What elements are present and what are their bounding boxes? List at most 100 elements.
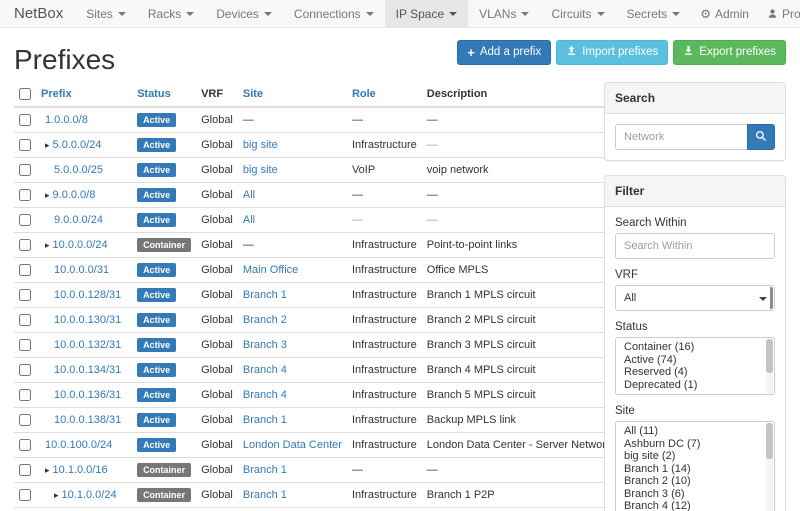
search-button[interactable]	[747, 124, 775, 150]
description-value: —	[427, 114, 438, 126]
filter-option[interactable]: Active (74)	[616, 354, 774, 367]
status-badge: Active	[137, 388, 176, 402]
chevron-down-icon	[672, 12, 680, 16]
site-link[interactable]: big site	[243, 164, 278, 176]
column-header-site[interactable]: Site	[238, 82, 347, 107]
site-link[interactable]: All	[243, 189, 255, 201]
scrollbar-thumb[interactable]	[766, 423, 773, 459]
row-checkbox[interactable]	[19, 164, 31, 176]
filter-option[interactable]: Branch 1 (14)	[616, 463, 774, 476]
prefix-link[interactable]: 9.0.0.0/24	[54, 214, 103, 227]
prefix-link[interactable]: 10.1.0.0/24	[62, 489, 117, 502]
nav-item-sites[interactable]: Sites	[75, 0, 137, 27]
nav-item-label: Sites	[86, 7, 113, 21]
row-checkbox[interactable]	[19, 414, 31, 426]
row-checkbox[interactable]	[19, 489, 31, 501]
filter-option[interactable]: Branch 4 (12)	[616, 500, 774, 511]
prefix-link[interactable]: 5.0.0.0/24	[53, 139, 102, 152]
column-header-status[interactable]: Status	[132, 82, 196, 107]
filter-option[interactable]: Branch 2 (10)	[616, 475, 774, 488]
import-prefixes-button[interactable]: Import prefixes	[556, 40, 668, 65]
site-link[interactable]: Branch 4	[243, 364, 287, 376]
site-link[interactable]: Branch 1	[243, 414, 287, 426]
column-header-prefix[interactable]: Prefix	[36, 82, 132, 107]
prefix-link[interactable]: 10.0.0.136/31	[54, 389, 121, 402]
row-checkbox[interactable]	[19, 464, 31, 476]
row-checkbox[interactable]	[19, 339, 31, 351]
prefix-link[interactable]: 10.0.0.134/31	[54, 364, 121, 377]
nav-item-secrets[interactable]: Secrets	[616, 0, 692, 27]
table-row: 10.0.100.0/24ActiveGlobalLondon Data Cen…	[14, 433, 616, 458]
filter-option[interactable]: Ashburn DC (7)	[616, 438, 774, 451]
prefix-link[interactable]: 10.0.0.130/31	[54, 314, 121, 327]
nav-util-label: Profile	[782, 7, 800, 21]
site-link[interactable]: big site	[243, 139, 278, 151]
site-link[interactable]: All	[243, 214, 255, 226]
nav-item-connections[interactable]: Connections	[283, 0, 385, 27]
filter-option[interactable]: Branch 3 (6)	[616, 488, 774, 501]
row-checkbox[interactable]	[19, 239, 31, 251]
prefix-link[interactable]: 10.0.0.132/31	[54, 339, 121, 352]
nav-item-devices[interactable]: Devices	[205, 0, 283, 27]
sidebar: Search Filter Search Within VRF	[604, 82, 786, 511]
chevron-down-icon	[366, 12, 374, 16]
prefix-link[interactable]: 10.1.0.0/16	[53, 464, 108, 477]
row-checkbox[interactable]	[19, 439, 31, 451]
row-checkbox[interactable]	[19, 139, 31, 151]
prefix-link[interactable]: 5.0.0.0/25	[54, 164, 103, 177]
expand-caret-icon: ▸	[45, 240, 50, 250]
nav-item-vlans[interactable]: VLANs	[468, 0, 540, 27]
nav-item-circuits[interactable]: Circuits	[540, 0, 615, 27]
nav-item-racks[interactable]: Racks	[137, 0, 205, 27]
vrf-value: Global	[201, 439, 233, 451]
site-link[interactable]: London Data Center	[243, 439, 342, 451]
site-link[interactable]: Branch 1	[243, 489, 287, 501]
column-header-role[interactable]: Role	[347, 82, 422, 107]
filter-option[interactable]: Reserved (4)	[616, 366, 774, 379]
filter-option[interactable]: Container (16)	[616, 341, 774, 354]
filter-option[interactable]: big site (2)	[616, 450, 774, 463]
expand-caret-icon: ▸	[54, 490, 59, 500]
scrollbar-thumb[interactable]	[766, 339, 773, 373]
row-checkbox[interactable]	[19, 289, 31, 301]
vrf-value: Global	[201, 214, 233, 226]
prefix-link[interactable]: 10.0.0.0/24	[53, 239, 108, 252]
site-link[interactable]: Branch 1	[243, 464, 287, 476]
row-checkbox[interactable]	[19, 189, 31, 201]
navbar-utilities: ⚙AdminProfileLog out	[691, 0, 800, 27]
filter-option[interactable]: Deprecated (1)	[616, 379, 774, 392]
site-link[interactable]: Branch 3	[243, 339, 287, 351]
nav-profile-link[interactable]: Profile	[758, 0, 800, 27]
prefix-link[interactable]: 10.0.0.128/31	[54, 289, 121, 302]
nav-item-label: Connections	[294, 7, 361, 21]
site-link[interactable]: Branch 1	[243, 289, 287, 301]
vrf-select[interactable]: All	[615, 285, 775, 311]
vrf-value: Global	[201, 289, 233, 301]
prefix-link[interactable]: 9.0.0.0/8	[53, 189, 96, 202]
site-link[interactable]: Branch 2	[243, 314, 287, 326]
prefix-link[interactable]: 1.0.0.0/8	[45, 114, 88, 127]
row-checkbox[interactable]	[19, 114, 31, 126]
nav-item-ip-space[interactable]: IP Space	[385, 0, 468, 27]
add-prefix-button[interactable]: + Add a prefix	[457, 40, 551, 65]
row-checkbox[interactable]	[19, 389, 31, 401]
prefix-link[interactable]: 10.0.100.0/24	[45, 439, 112, 452]
nav-admin-link[interactable]: ⚙Admin	[691, 0, 758, 27]
row-checkbox[interactable]	[19, 214, 31, 226]
prefix-link[interactable]: 10.0.0.0/31	[54, 264, 109, 277]
search-within-input[interactable]	[615, 233, 775, 259]
row-checkbox[interactable]	[19, 314, 31, 326]
role-value: —	[352, 464, 363, 476]
site-link[interactable]: Main Office	[243, 264, 298, 276]
select-all-checkbox[interactable]	[19, 88, 31, 100]
search-input[interactable]	[615, 124, 747, 150]
site-link[interactable]: Branch 4	[243, 389, 287, 401]
export-prefixes-button[interactable]: Export prefixes	[673, 40, 786, 65]
prefix-link[interactable]: 10.0.0.138/31	[54, 414, 121, 427]
table-row: 10.0.0.134/31ActiveGlobalBranch 4Infrast…	[14, 358, 616, 383]
filter-option[interactable]: All (11)	[616, 425, 774, 438]
row-checkbox[interactable]	[19, 364, 31, 376]
row-checkbox[interactable]	[19, 264, 31, 276]
brand-link[interactable]: NetBox	[0, 0, 75, 27]
scrollbar-track	[766, 339, 773, 393]
